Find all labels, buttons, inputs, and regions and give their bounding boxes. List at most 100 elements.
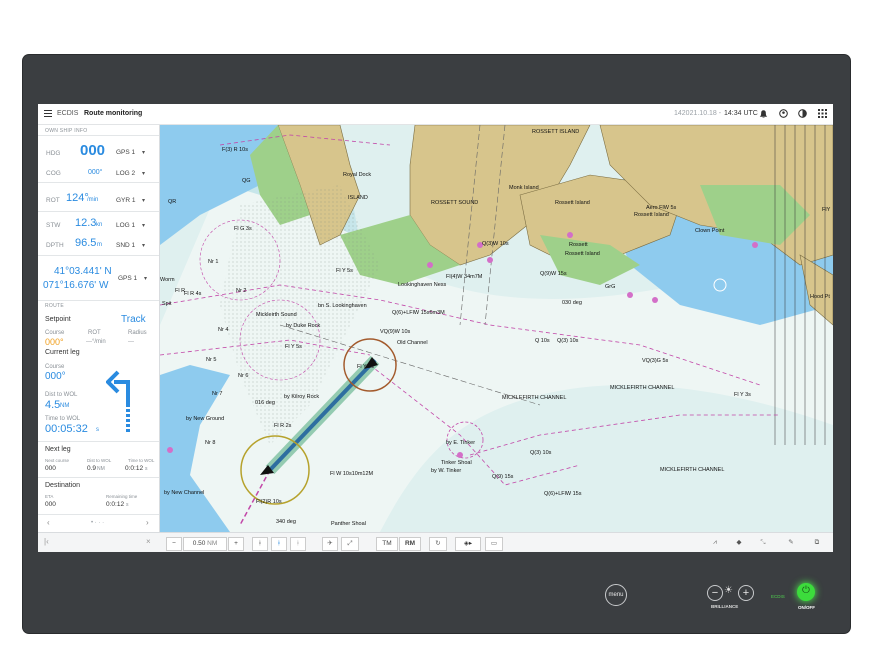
brightness-up-button[interactable]: + [738, 585, 754, 601]
power-icon: ⏻ [802, 585, 810, 596]
map-label: Fl(2)R 10s [256, 499, 282, 505]
next-time-label: Time to WOL [128, 458, 155, 463]
next-leg-label: Next leg [45, 446, 71, 453]
remaining-time-value: 0:0:12 [106, 501, 125, 508]
next-course-value: 000 [45, 465, 56, 472]
close-panel-icon[interactable]: × [146, 537, 151, 546]
bottom-toolbar: |‹ × − 0.50 NM + ᚼ ᚼ ᚼ ✈ ⤢ TM RM ↻ ◈▸ ▭ … [38, 532, 833, 552]
map-label: Nr 2 [236, 288, 247, 294]
dpth-source-chevron-down-icon[interactable]: ▾ [142, 242, 145, 249]
measure-tool-icon[interactable]: ⩘ [708, 537, 722, 549]
true-motion-button[interactable]: TM [376, 537, 398, 551]
prev-page-chevron-left-icon[interactable]: ‹ [47, 518, 50, 527]
map-label: VQ(3)G 5s [642, 358, 669, 364]
stw-source[interactable]: LOG 1 [116, 222, 135, 229]
map-label: QR [168, 199, 177, 205]
chart-info-icon[interactable]: ▭ [485, 537, 503, 551]
relative-motion-button[interactable]: RM [399, 537, 421, 551]
map-label: by Kilroy Rock [284, 394, 320, 400]
map-label: Worm [160, 277, 175, 283]
position-source[interactable]: GPS 1 [118, 275, 137, 282]
dist-wol-label: Dist to WOL [45, 392, 78, 398]
remaining-time-unit: s [126, 502, 129, 508]
own-ship-section-title: OWN SHIP INFO [45, 128, 88, 134]
hdg-label: HDG [46, 150, 61, 157]
map-label: Fl Y 3s [734, 392, 751, 398]
brightness-down-button[interactable]: − [707, 585, 723, 601]
map-label: Q(3) 10s [557, 338, 579, 344]
map-label: Q(3) 10s [530, 450, 552, 456]
orientation-icon[interactable]: ✈ [322, 537, 338, 551]
map-label: Nr 5 [206, 357, 217, 363]
nautical-chart[interactable]: ROSSETT ISLAND Royal Dock ROSSETT SOUND … [160, 125, 833, 532]
display-mode-1-icon[interactable]: ᚼ [252, 537, 268, 551]
next-time-value: 0:0:12 [125, 465, 144, 472]
hamburger-menu-icon[interactable] [44, 110, 52, 117]
mode-title: Route monitoring [84, 110, 143, 117]
edit-note-icon[interactable]: ✎ [784, 537, 798, 549]
user-icon[interactable] [779, 109, 788, 118]
stw-source-chevron-down-icon[interactable]: ▾ [142, 222, 145, 229]
map-label: Aero FlW 5s [646, 205, 677, 211]
map-label: Fl R 2s [274, 423, 292, 429]
cog-source[interactable]: LOG 2 [116, 170, 135, 177]
menu-button[interactable]: menu [605, 584, 627, 606]
erase-tool-icon[interactable]: ⤡ [756, 537, 770, 549]
sp-course-value: 000° [45, 337, 64, 347]
map-label: by E. Tinker [446, 440, 476, 446]
map-label: 016 deg [255, 400, 275, 406]
map-label: Q(6)+LFlW 15s6m3M [392, 310, 445, 316]
apps-grid-icon[interactable] [818, 109, 827, 118]
latitude: 41°03.441' N [54, 266, 112, 277]
scale-display: 0.50 NM [183, 537, 227, 551]
track-mode[interactable]: Track [121, 314, 146, 325]
map-label: Q(9) 15s [492, 474, 514, 480]
zoom-in-button[interactable]: + [228, 537, 244, 551]
onoff-label: ON/OFF [798, 605, 815, 610]
zoom-out-button[interactable]: − [166, 537, 182, 551]
sp-rot-label: ROT [88, 330, 101, 336]
rot-source[interactable]: GYR 1 [116, 197, 136, 204]
layer-stack-icon[interactable]: ◆ [732, 537, 746, 549]
north-up-icon[interactable]: ⤢ [341, 537, 359, 551]
remaining-time-label: Remaining time [106, 494, 138, 499]
next-course-label: Next course [45, 458, 70, 463]
next-page-chevron-right-icon[interactable]: › [146, 518, 149, 527]
display-mode-3-icon[interactable]: ᚼ [290, 537, 306, 551]
display-mode-2-icon[interactable]: ᚼ [271, 537, 287, 551]
map-label: by Duke Rock [286, 323, 321, 329]
cog-source-chevron-down-icon[interactable]: ▾ [142, 170, 145, 177]
map-label: Rossett Island [555, 200, 590, 206]
setpoint-label: Setpoint [45, 316, 71, 323]
map-label: ISLAND [348, 195, 368, 201]
rot-source-chevron-down-icon[interactable]: ▾ [142, 197, 145, 204]
cog-value: 000° [88, 169, 103, 176]
map-label: VQ(9)W 10s [380, 329, 411, 335]
map-label: MICKLEFIRTH CHANNEL [610, 385, 675, 391]
collapse-left-icon[interactable]: |‹ [44, 537, 49, 546]
scale-unit: NM [207, 540, 218, 547]
dist-wol-value: 4.5 [45, 399, 61, 411]
scale-value: 0.50 [192, 540, 206, 547]
time-wol-value: 00:05:32 [45, 423, 88, 435]
hdg-source-chevron-down-icon[interactable]: ▾ [142, 149, 145, 156]
dist-wol-unit: NM [60, 403, 70, 409]
dpth-source[interactable]: SND 1 [116, 242, 135, 249]
map-label: 340 deg [276, 519, 296, 525]
cl-course-label: Course [45, 364, 65, 370]
layers-icon[interactable]: ◈▸ [455, 537, 481, 551]
map-label: by New Ground [186, 416, 225, 422]
map-label: Fl W 10s10m12M [330, 471, 374, 477]
map-label: ROSSETT ISLAND [532, 129, 580, 135]
hdg-value: 000 [80, 142, 106, 159]
alarm-bell-icon[interactable] [759, 109, 768, 119]
hdg-source[interactable]: GPS 1 [116, 149, 135, 156]
day-night-icon[interactable] [798, 109, 807, 118]
map-label: 030 deg [562, 300, 582, 306]
export-icon[interactable]: ⧉ [810, 537, 824, 549]
map-label: Nr 8 [205, 440, 216, 446]
map-label: Spit [162, 301, 172, 307]
position-source-chevron-down-icon[interactable]: ▾ [144, 275, 147, 282]
reset-view-icon[interactable]: ↻ [429, 537, 447, 551]
chart-canvas [160, 125, 833, 532]
